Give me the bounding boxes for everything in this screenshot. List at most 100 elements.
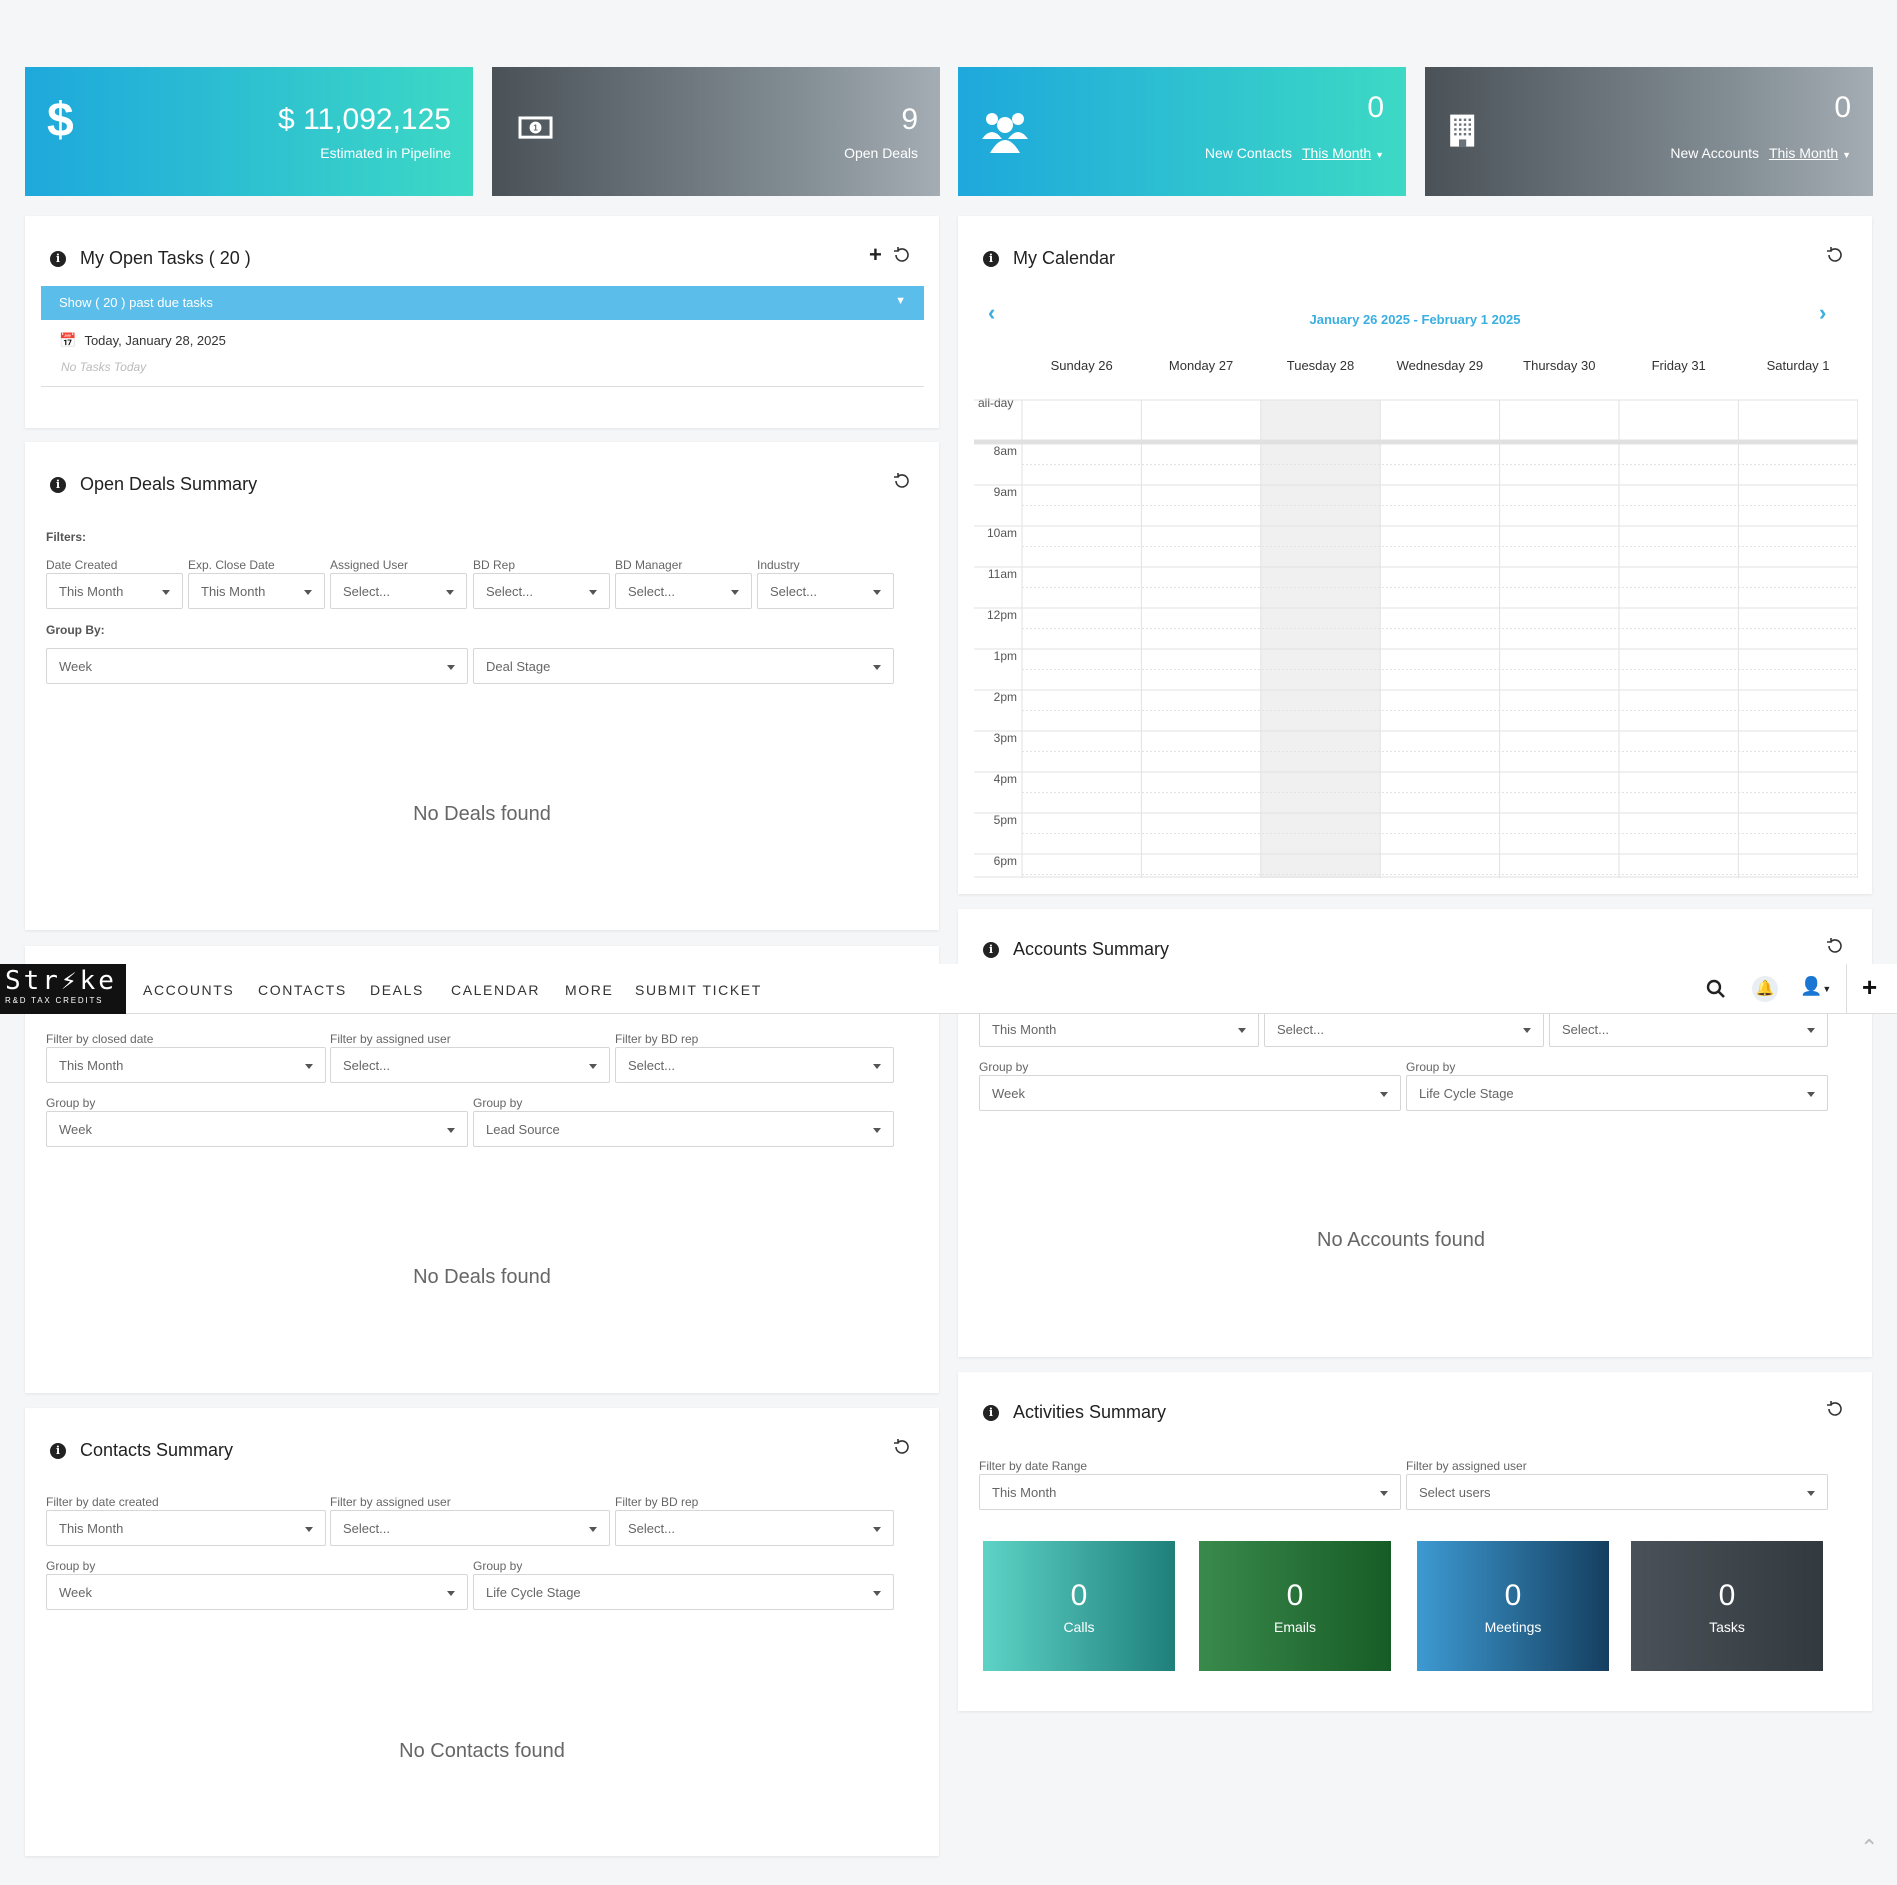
nav-deals[interactable]: DEALS — [370, 982, 424, 998]
svg-text:1: 1 — [533, 124, 538, 133]
filter-label: BD Manager — [615, 558, 683, 572]
select-value: This Month — [201, 583, 266, 599]
select-value: This Month — [59, 1057, 124, 1073]
group-by-period-select[interactable]: Week — [979, 1075, 1401, 1111]
select-value: Deal Stage — [486, 658, 551, 674]
new-accounts-label-row: New Accounts This Month ▼ — [1670, 145, 1851, 161]
emails-count: 0 — [1286, 1579, 1304, 1612]
logo-text: Str⚡ke — [5, 966, 117, 996]
nav-calendar[interactable]: CALENDAR — [451, 982, 540, 998]
refresh-icon[interactable] — [893, 472, 911, 490]
assigned-user-select[interactable]: Select... — [1264, 1011, 1544, 1047]
quick-add-icon[interactable]: + — [1862, 972, 1877, 1003]
info-icon: i — [50, 476, 66, 493]
group-by-label: Group by — [979, 1060, 1029, 1074]
date-created-select[interactable]: This Month — [46, 573, 183, 609]
nav-contacts[interactable]: CONTACTS — [258, 982, 347, 998]
filter-label: Assigned User — [330, 558, 409, 572]
pipeline-stat-card: $ $ 11,092,125 Estimated in Pipeline — [25, 67, 473, 196]
group-by-label: Group by — [473, 1559, 523, 1573]
no-contacts-text: No Contacts found — [399, 1740, 565, 1762]
select-value: This Month — [59, 583, 124, 599]
select-value: Select... — [343, 1057, 390, 1073]
bd-rep-select[interactable]: Select... — [1549, 1011, 1828, 1047]
exp-close-date-select[interactable]: This Month — [188, 573, 325, 609]
group-by-field-select[interactable]: Deal Stage — [473, 648, 894, 684]
group-by-field-select[interactable]: Life Cycle Stage — [473, 1574, 894, 1610]
calls-tile[interactable]: 0 Calls — [983, 1541, 1175, 1671]
calendar-grid[interactable] — [974, 366, 1858, 878]
refresh-icon[interactable] — [1826, 937, 1844, 955]
filter-label: Filter by assigned user — [330, 1032, 451, 1046]
group-by-label: Group by — [473, 1096, 523, 1110]
add-task-icon[interactable]: + — [869, 242, 882, 268]
nav-accounts[interactable]: ACCOUNTS — [143, 982, 234, 998]
date-created-select[interactable]: This Month — [46, 1510, 326, 1546]
bd-rep-select[interactable]: Select... — [615, 1047, 894, 1083]
calendar-range: January 26 2025 - February 1 2025 — [1309, 312, 1521, 327]
meetings-label: Meetings — [1484, 1619, 1542, 1635]
assigned-user-select[interactable]: Select... — [330, 573, 467, 609]
contacts-title: Contacts Summary — [80, 1440, 234, 1460]
new-accounts-stat-card: 0 New Accounts This Month ▼ — [1425, 67, 1873, 196]
group-by-label: Group By: — [46, 623, 105, 637]
refresh-icon[interactable] — [1826, 246, 1844, 264]
bd-rep-select[interactable]: Select... — [473, 573, 610, 609]
select-value: Life Cycle Stage — [1419, 1085, 1514, 1101]
info-icon: i — [50, 250, 66, 267]
meetings-tile[interactable]: 0 Meetings — [1417, 1541, 1609, 1671]
new-accounts-period-dropdown[interactable]: This Month — [1769, 145, 1838, 161]
closed-date-select[interactable]: This Month — [46, 1047, 326, 1083]
group-by-field-select[interactable]: Life Cycle Stage — [1406, 1075, 1828, 1111]
tasks-date: Today, January 28, 2025 — [84, 333, 226, 348]
assigned-users-select[interactable]: Select users — [1406, 1474, 1828, 1510]
select-value: Life Cycle Stage — [486, 1584, 581, 1600]
bd-rep-select[interactable]: Select... — [615, 1510, 894, 1546]
group-by-period-select[interactable]: Week — [46, 1574, 468, 1610]
filters-label: Filters: — [46, 530, 87, 544]
filter-label: Exp. Close Date — [188, 558, 275, 572]
info-icon: i — [983, 250, 999, 267]
tasks-tile[interactable]: 0 Tasks — [1631, 1541, 1823, 1671]
open-deals-summary-panel: i Open Deals Summary Filters: Date Creat… — [25, 442, 939, 930]
group-by-field-select[interactable]: Lead Source — [473, 1111, 894, 1147]
filter-label: Industry — [757, 558, 800, 572]
date-filter-select[interactable]: This Month — [979, 1011, 1259, 1047]
strike-logo[interactable]: Str⚡ke R&D TAX CREDITS — [0, 964, 126, 1014]
select-value: Select... — [1277, 1021, 1324, 1037]
search-icon[interactable] — [1706, 979, 1726, 999]
nav-submit-ticket[interactable]: SUBMIT TICKET — [635, 982, 762, 998]
pipeline-value: $ 11,092,125 — [278, 103, 451, 136]
users-icon — [982, 113, 1028, 153]
past-due-tasks-bar[interactable]: Show ( 20 ) past due tasks ▼ — [41, 286, 924, 320]
filter-label: Date Created — [46, 558, 118, 572]
group-by-period-select[interactable]: Week — [46, 1111, 468, 1147]
dollar-icon: $ — [47, 94, 74, 147]
filter-label: BD Rep — [473, 558, 516, 572]
open-deals-stat-card: 1 9 Open Deals — [492, 67, 940, 196]
emails-tile[interactable]: 0 Emails — [1199, 1541, 1391, 1671]
date-range-label: Filter by date Range — [979, 1459, 1088, 1473]
industry-select[interactable]: Select... — [757, 573, 894, 609]
tasks-count: 0 — [1718, 1579, 1736, 1612]
refresh-icon[interactable] — [1826, 1400, 1844, 1418]
assigned-user-select[interactable]: Select... — [330, 1510, 610, 1546]
scroll-to-top-icon[interactable]: ⌃ — [1860, 1835, 1878, 1861]
bd-manager-select[interactable]: Select... — [615, 573, 752, 609]
date-range-select[interactable]: This Month — [979, 1474, 1401, 1510]
select-value: This Month — [992, 1484, 1057, 1500]
notifications-bell-icon[interactable]: 🔔 — [1752, 976, 1778, 1002]
new-contacts-period-dropdown[interactable]: This Month — [1302, 145, 1371, 161]
group-by-label: Group by — [46, 1096, 96, 1110]
new-contacts-label-row: New Contacts This Month ▼ — [1205, 145, 1384, 161]
assigned-user-select[interactable]: Select... — [330, 1047, 610, 1083]
select-value: Week — [59, 1121, 92, 1137]
refresh-icon[interactable] — [893, 1438, 911, 1456]
meetings-count: 0 — [1504, 1579, 1522, 1612]
calendar-icon: 📅 — [59, 332, 77, 348]
user-menu-icon[interactable]: 👤▼ — [1800, 976, 1831, 997]
group-by-period-select[interactable]: Week — [46, 648, 468, 684]
nav-more[interactable]: MORE — [565, 982, 613, 998]
refresh-icon[interactable] — [893, 246, 911, 264]
select-value: Select... — [628, 1057, 675, 1073]
